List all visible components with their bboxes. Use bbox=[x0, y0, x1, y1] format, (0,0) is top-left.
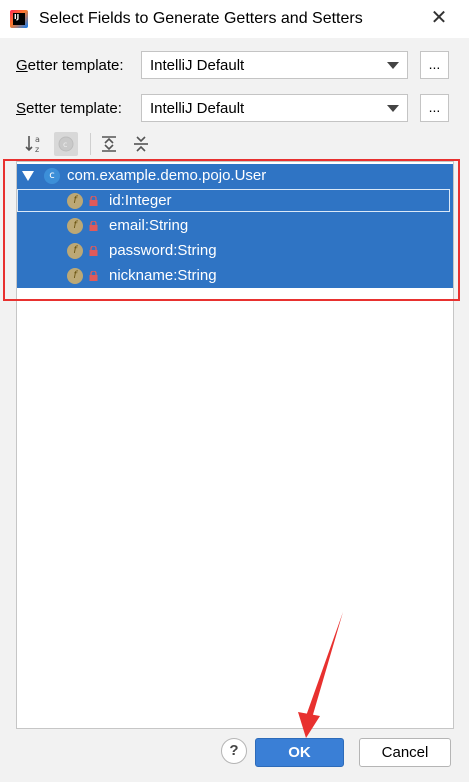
intellij-app-icon: IJ bbox=[10, 10, 28, 28]
getter-template-label: Getter template: bbox=[16, 57, 124, 74]
cancel-button[interactable]: Cancel bbox=[359, 738, 451, 767]
dialog-title: Select Fields to Generate Getters and Se… bbox=[39, 10, 363, 27]
ok-button[interactable]: OK bbox=[255, 738, 344, 767]
chevron-down-icon bbox=[387, 62, 399, 69]
setter-template-dropdown[interactable]: IntelliJ Default bbox=[141, 94, 408, 122]
getter-browse-button[interactable]: ... bbox=[420, 51, 449, 79]
chevron-down-icon bbox=[387, 105, 399, 112]
toolbar-divider bbox=[90, 133, 91, 155]
show-classes-toggle-icon[interactable]: c bbox=[54, 132, 78, 156]
getter-template-value: IntelliJ Default bbox=[150, 57, 245, 74]
svg-text:z: z bbox=[35, 145, 39, 154]
getter-template-dropdown[interactable]: IntelliJ Default bbox=[141, 51, 408, 79]
expand-all-icon[interactable] bbox=[97, 132, 121, 156]
title-bar: IJ Select Fields to Generate Getters and… bbox=[0, 0, 469, 38]
setter-template-label: Setter template: bbox=[16, 100, 122, 117]
close-icon[interactable]: ✕ bbox=[428, 7, 450, 29]
setter-template-value: IntelliJ Default bbox=[150, 100, 245, 117]
sort-alphabetically-icon[interactable]: a z bbox=[23, 132, 47, 156]
svg-text:a: a bbox=[35, 135, 40, 144]
collapse-all-icon[interactable] bbox=[129, 132, 153, 156]
svg-text:c: c bbox=[63, 140, 67, 149]
annotation-highlight-box bbox=[3, 159, 460, 301]
setter-browse-button[interactable]: ... bbox=[420, 94, 449, 122]
help-button[interactable]: ? bbox=[221, 738, 247, 764]
